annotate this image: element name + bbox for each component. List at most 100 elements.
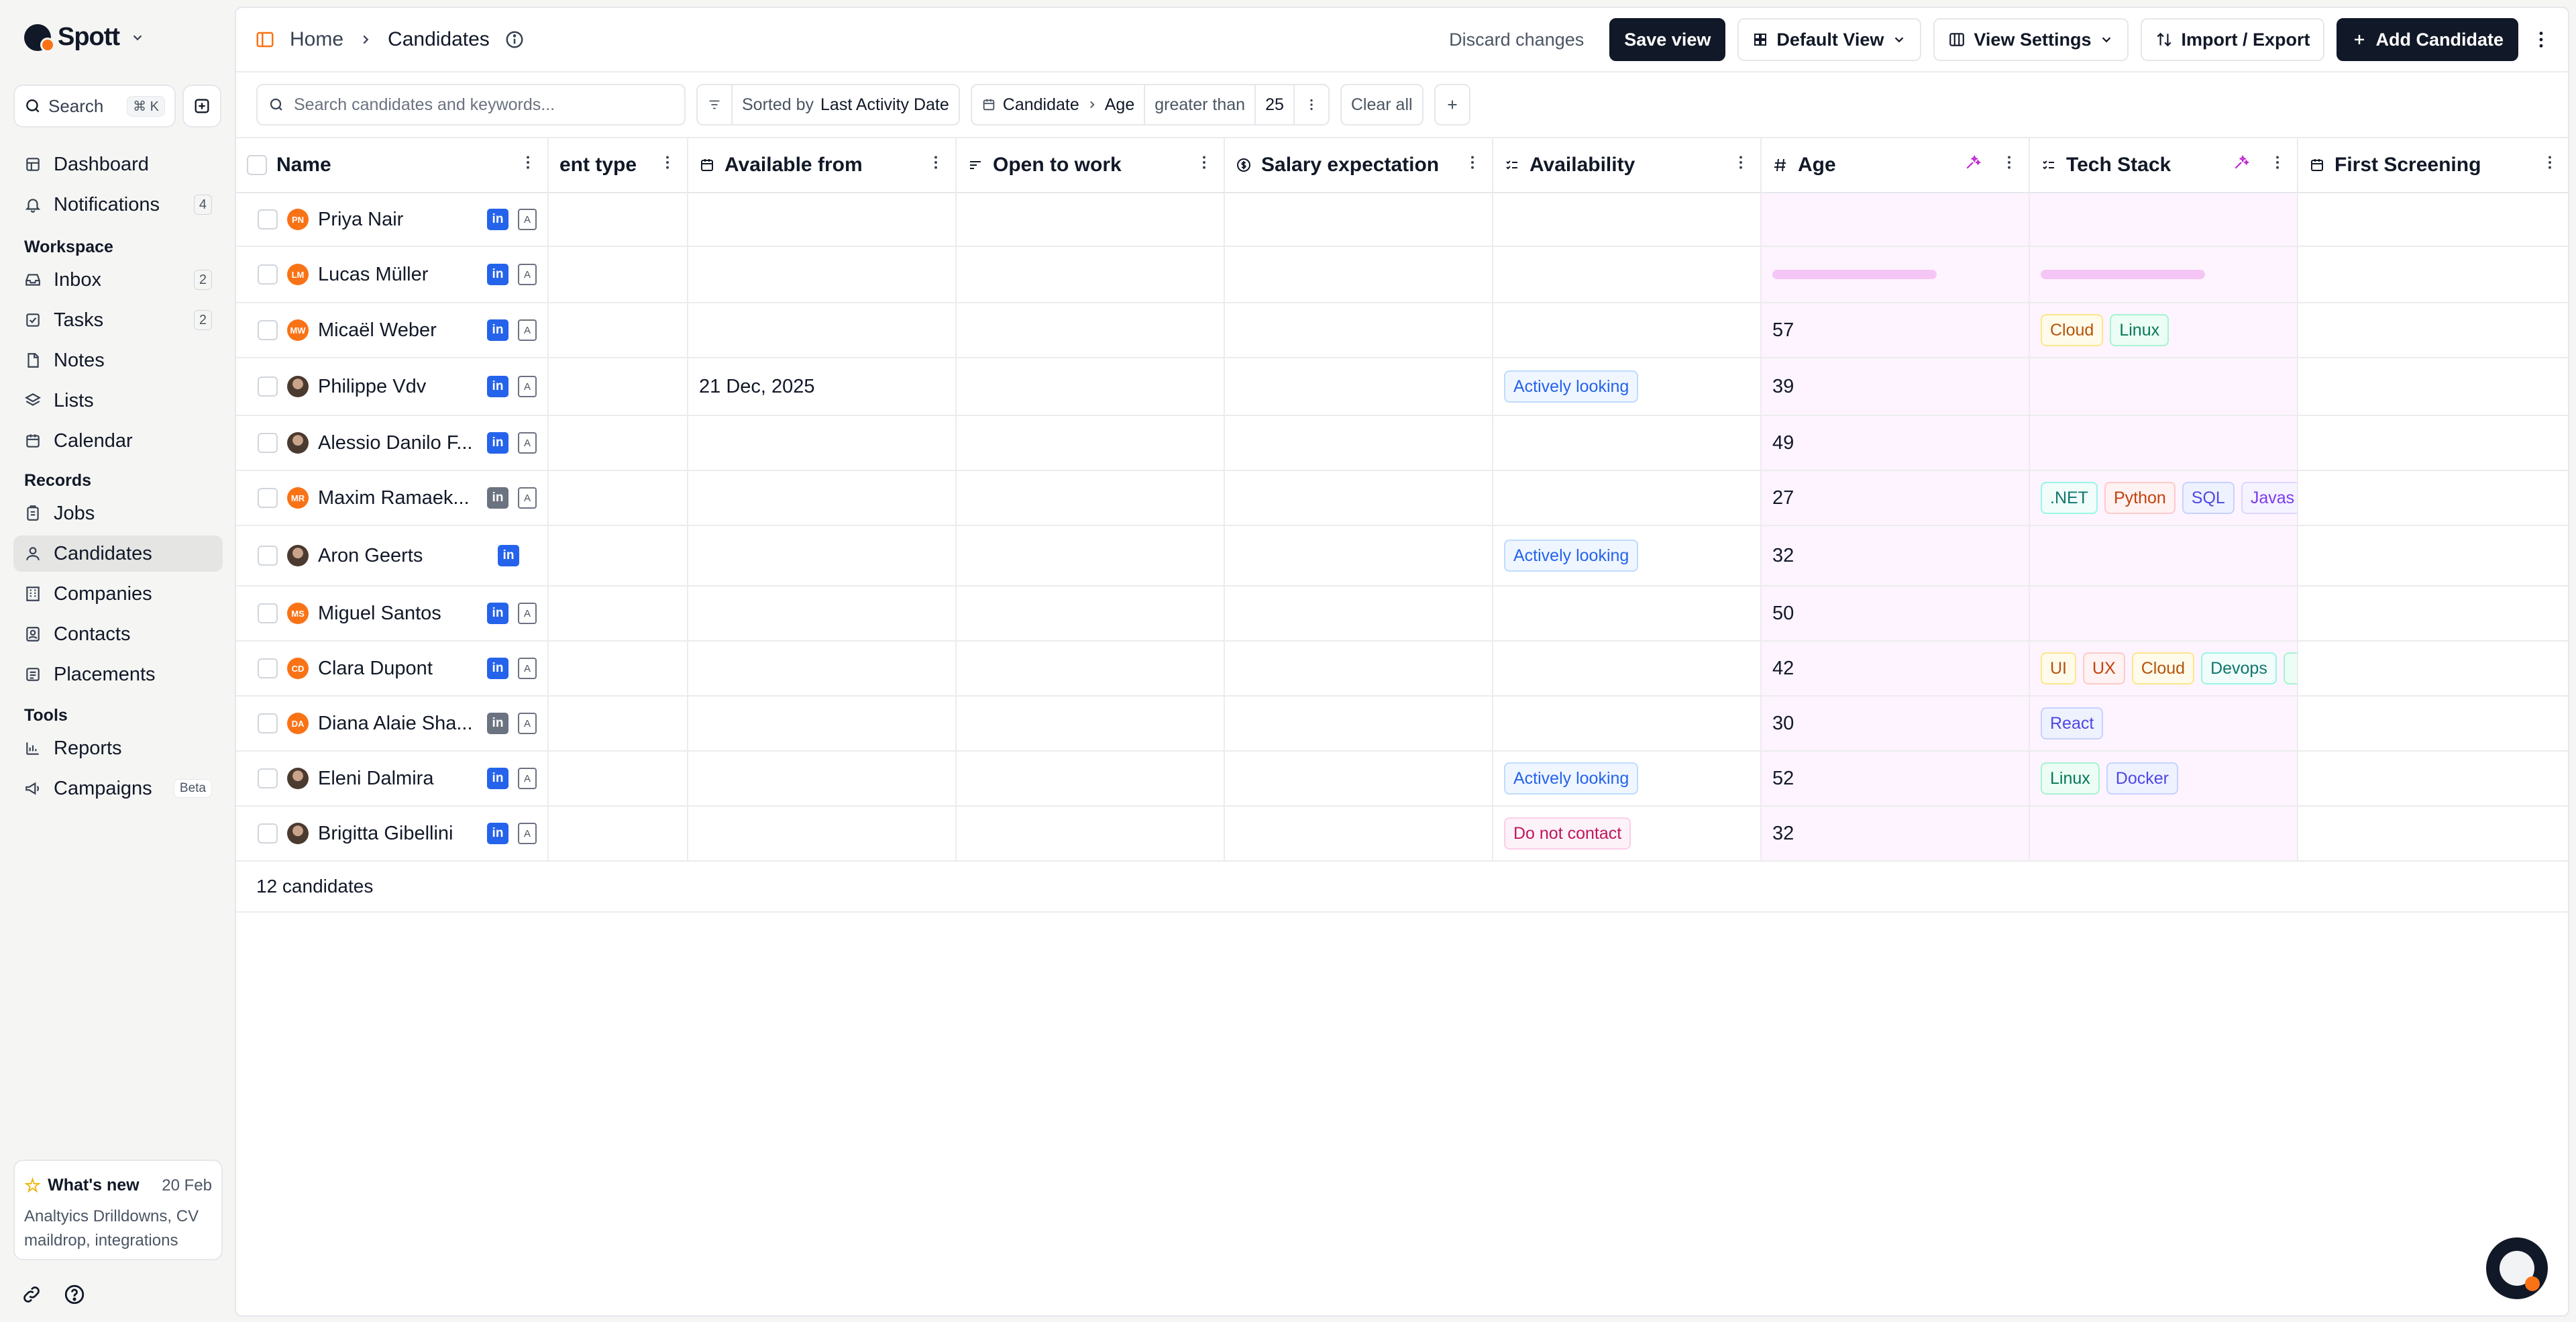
column-header-open-to-work[interactable]: Open to work [957,138,1225,193]
cv-document-icon[interactable]: A [518,319,537,341]
column-header-salary[interactable]: Salary expectation [1225,138,1493,193]
save-view-button[interactable]: Save view [1609,18,1726,61]
cell-employment-type[interactable] [549,697,688,750]
cell-age[interactable]: 32 [1762,807,2030,860]
cell-availability[interactable] [1493,416,1762,470]
candidate-name[interactable]: Micaël Weber [318,319,478,342]
row-checkbox[interactable] [258,209,278,230]
column-header-name[interactable]: Name [236,138,549,193]
cell-salary[interactable] [1225,697,1493,750]
cell-tech-stack[interactable] [2030,247,2298,302]
cell-open-to-work[interactable] [957,587,1225,640]
filter-operator[interactable]: greater than [1145,85,1256,124]
cell-first-screening[interactable] [2298,587,2568,640]
cell-age[interactable]: 39 [1762,358,2030,415]
row-checkbox[interactable] [258,823,278,844]
link-button[interactable] [17,1280,46,1309]
cell-salary[interactable] [1225,752,1493,805]
cell-available-from[interactable] [688,642,957,695]
ai-sparkle-icon[interactable] [2233,154,2250,176]
cell-employment-type[interactable] [549,587,688,640]
cell-age[interactable]: 42 [1762,642,2030,695]
candidate-name[interactable]: Maxim Ramaek... [318,487,478,509]
cell-open-to-work[interactable] [957,471,1225,525]
cell-employment-type[interactable] [549,358,688,415]
sidebar-item-jobs[interactable]: Jobs [13,495,223,531]
cell-first-screening[interactable] [2298,697,2568,750]
cell-employment-type[interactable] [549,526,688,585]
row-checkbox[interactable] [258,658,278,678]
cell-age[interactable]: 50 [1762,587,2030,640]
table-row[interactable]: MR Maxim Ramaek... in A 27 .NET Python SQL Javas [236,471,2568,526]
column-header-availability[interactable]: Availability [1493,138,1762,193]
add-filter-button[interactable] [1434,84,1470,125]
cell-salary[interactable] [1225,642,1493,695]
cell-availability[interactable] [1493,697,1762,750]
sidebar-item-tasks[interactable]: Tasks 2 [13,302,223,338]
linkedin-icon[interactable]: in [487,319,508,341]
sidebar-item-reports[interactable]: Reports [13,730,223,766]
cell-first-screening[interactable] [2298,471,2568,525]
sidebar-item-notifications[interactable]: Notifications 4 [13,187,223,223]
select-all-checkbox[interactable] [247,155,267,175]
linkedin-icon[interactable]: in [487,432,508,454]
cell-availability[interactable] [1493,471,1762,525]
linkedin-icon[interactable]: in [487,768,508,789]
cell-salary[interactable] [1225,416,1493,470]
ai-sparkle-icon[interactable] [1964,154,1982,176]
cell-availability[interactable] [1493,642,1762,695]
clear-all-button[interactable]: Clear all [1340,84,1424,125]
cell-available-from[interactable] [688,526,957,585]
sidebar-item-companies[interactable]: Companies [13,576,223,612]
sidebar-item-lists[interactable]: Lists [13,383,223,419]
cell-available-from[interactable] [688,697,957,750]
cell-salary[interactable] [1225,303,1493,357]
linkedin-icon[interactable]: in [487,658,508,679]
cell-age[interactable]: 27 [1762,471,2030,525]
linkedin-icon[interactable]: in [487,823,508,844]
cell-employment-type[interactable] [549,303,688,357]
cell-tech-stack[interactable] [2030,587,2298,640]
cell-employment-type[interactable] [549,471,688,525]
cell-first-screening[interactable] [2298,358,2568,415]
row-checkbox[interactable] [258,546,278,566]
cell-tech-stack[interactable] [2030,807,2298,860]
cell-open-to-work[interactable] [957,642,1225,695]
table-row[interactable]: PN Priya Nair in A [236,193,2568,247]
table-row[interactable]: DA Diana Alaie Sha... in A 30 React [236,697,2568,752]
view-settings-button[interactable]: View Settings [1933,18,2129,61]
cell-salary[interactable] [1225,526,1493,585]
row-checkbox[interactable] [258,488,278,508]
cell-age[interactable]: 52 [1762,752,2030,805]
cell-open-to-work[interactable] [957,303,1225,357]
whats-new-card[interactable]: ☆ What's new 20 Feb Analtyics Drilldowns… [13,1160,223,1260]
cell-availability[interactable] [1493,193,1762,246]
new-item-button[interactable] [182,85,221,128]
help-button[interactable] [60,1280,89,1309]
row-checkbox[interactable] [258,768,278,789]
filter-value[interactable]: 25 [1256,85,1295,124]
cell-tech-stack[interactable]: .NET Python SQL Javas [2030,471,2298,525]
candidate-name[interactable]: Aron Geerts [318,545,488,567]
sidebar-item-candidates[interactable]: Candidates [13,536,223,572]
sidebar-item-dashboard[interactable]: Dashboard [13,146,223,183]
cv-document-icon[interactable]: A [518,658,537,679]
cell-tech-stack[interactable]: Cloud Linux [2030,303,2298,357]
cell-availability[interactable] [1493,303,1762,357]
cell-open-to-work[interactable] [957,697,1225,750]
table-row[interactable]: Aron Geerts in Actively looking 32 [236,526,2568,587]
column-header-available-from[interactable]: Available from [688,138,957,193]
cell-tech-stack[interactable] [2030,358,2298,415]
cell-open-to-work[interactable] [957,193,1225,246]
cell-salary[interactable] [1225,807,1493,860]
row-checkbox[interactable] [258,713,278,733]
cell-availability[interactable]: Actively looking [1493,752,1762,805]
cell-age[interactable] [1762,247,2030,302]
sidebar-item-notes[interactable]: Notes [13,342,223,378]
table-row[interactable]: MW Micaël Weber in A 57 Cloud Linux [236,303,2568,358]
column-menu-button[interactable] [2269,154,2286,176]
sort-chip[interactable]: Sorted by Last Activity Date [696,84,960,125]
candidate-search-input[interactable]: Search candidates and keywords... [256,84,686,125]
table-row[interactable]: Eleni Dalmira in A Actively looking 52 Linux D… [236,752,2568,807]
cell-first-screening[interactable] [2298,526,2568,585]
